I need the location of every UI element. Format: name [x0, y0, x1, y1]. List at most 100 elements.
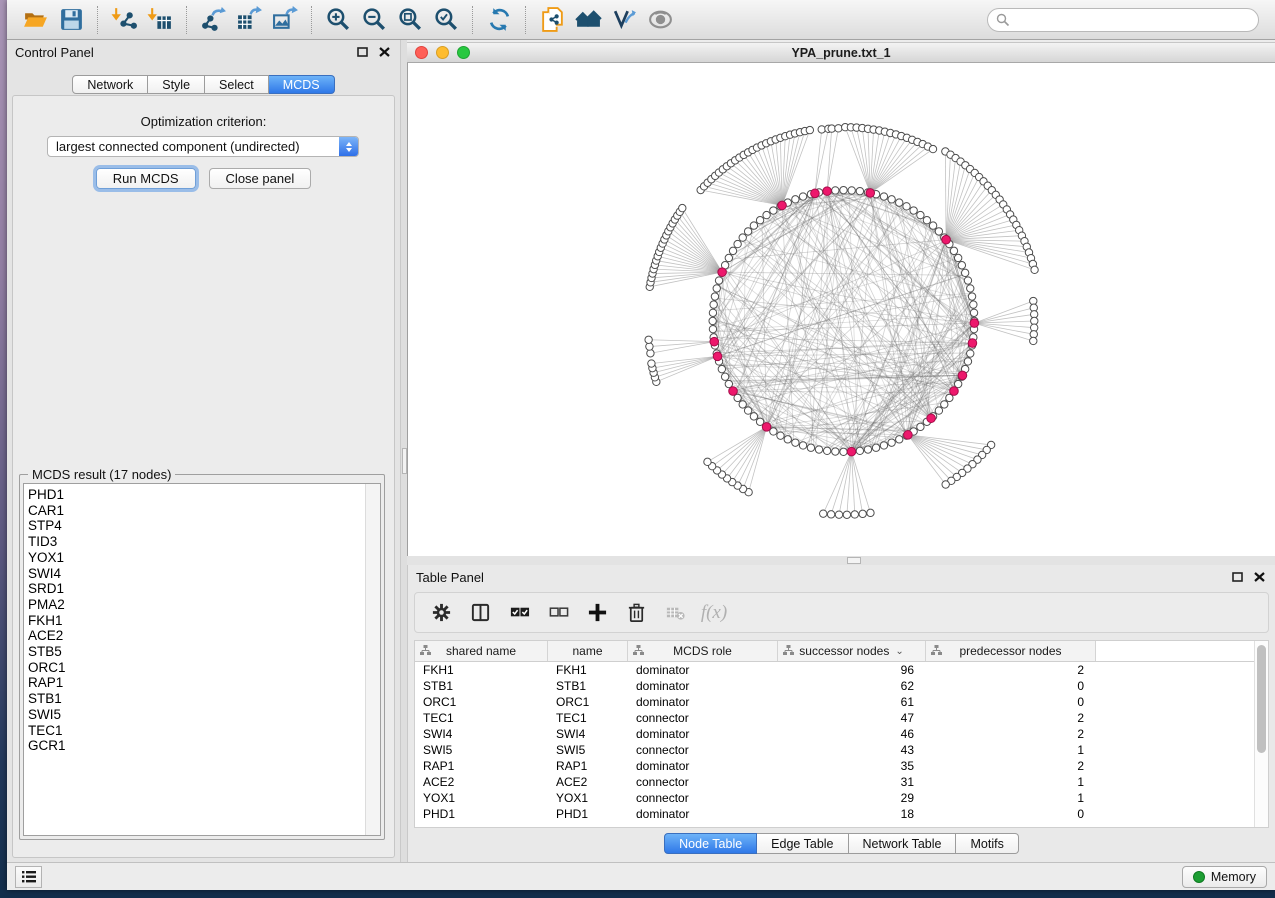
network-node[interactable] [961, 269, 968, 276]
mcds-node[interactable] [958, 371, 967, 380]
tab-mcds[interactable]: MCDS [269, 75, 335, 94]
network-node[interactable] [711, 293, 718, 300]
network-node[interactable] [843, 511, 850, 518]
tab-network[interactable]: Network [72, 75, 148, 94]
table-row[interactable]: RAP1RAP1dominator352 [415, 758, 1268, 774]
network-node[interactable] [970, 309, 977, 316]
table-row[interactable]: PHD1PHD1dominator180 [415, 806, 1268, 822]
mcds-node[interactable] [811, 189, 820, 198]
scrollbar-thumb[interactable] [1257, 645, 1266, 753]
network-node[interactable] [917, 423, 924, 430]
add-column-icon[interactable] [585, 601, 609, 625]
table-row[interactable]: SWI4SWI4dominator462 [415, 726, 1268, 742]
select-all-icon[interactable] [507, 601, 531, 625]
mcds-result-item[interactable]: STP4 [28, 518, 380, 534]
network-node[interactable] [832, 448, 839, 455]
network-node[interactable] [799, 193, 806, 200]
column-header-successor-nodes[interactable]: successor nodes⌄ [778, 641, 926, 661]
network-node[interactable] [967, 285, 974, 292]
mcds-node[interactable] [713, 352, 722, 361]
tab-select[interactable]: Select [205, 75, 269, 94]
network-node[interactable] [935, 228, 942, 235]
vertical-splitter[interactable] [400, 40, 407, 862]
float-panel-icon[interactable] [354, 45, 370, 59]
network-node[interactable] [958, 262, 965, 269]
optimization-criterion-select[interactable]: largest connected component (undirected) [47, 136, 359, 157]
mcds-result-item[interactable]: SRD1 [28, 581, 380, 597]
hide-graphics-details-icon[interactable] [606, 4, 642, 36]
mcds-node[interactable] [729, 387, 738, 396]
mcds-result-item[interactable]: TEC1 [28, 723, 380, 739]
network-node[interactable] [923, 217, 930, 224]
column-header-predecessor-nodes[interactable]: predecessor nodes [926, 641, 1096, 661]
mcds-result-item[interactable]: SWI4 [28, 566, 380, 582]
network-node[interactable] [750, 413, 757, 420]
mcds-result-item[interactable]: STB1 [28, 691, 380, 707]
mcds-result-item[interactable]: PMA2 [28, 597, 380, 613]
network-node[interactable] [777, 432, 784, 439]
mcds-result-item[interactable]: ACE2 [28, 628, 380, 644]
table-row[interactable]: SWI5SWI5connector431 [415, 742, 1268, 758]
import-network-icon[interactable] [106, 4, 142, 36]
network-node[interactable] [859, 510, 866, 517]
table-settings-icon[interactable] [429, 601, 453, 625]
network-node[interactable] [880, 442, 887, 449]
network-canvas[interactable] [407, 63, 1275, 556]
mcds-list-scrollbar[interactable] [365, 484, 380, 835]
network-node[interactable] [646, 343, 653, 350]
export-network-icon[interactable] [195, 4, 231, 36]
network-node[interactable] [679, 204, 686, 211]
network-node[interactable] [806, 126, 813, 133]
network-node[interactable] [756, 217, 763, 224]
network-node[interactable] [744, 407, 751, 414]
save-session-icon[interactable] [53, 4, 89, 36]
zoom-fit-icon[interactable] [392, 4, 428, 36]
close-panel-icon[interactable] [1251, 570, 1267, 584]
network-node[interactable] [835, 125, 842, 132]
mcds-node[interactable] [950, 387, 959, 396]
tab-motifs[interactable]: Motifs [956, 833, 1018, 854]
network-node[interactable] [648, 360, 655, 367]
mcds-result-item[interactable]: STB5 [28, 644, 380, 660]
task-history-button[interactable] [15, 866, 42, 888]
network-node[interactable] [864, 446, 871, 453]
mcds-node[interactable] [942, 235, 951, 244]
tab-style[interactable]: Style [148, 75, 205, 94]
network-node[interactable] [645, 336, 652, 343]
network-node[interactable] [856, 447, 863, 454]
run-mcds-button[interactable]: Run MCDS [96, 168, 196, 189]
mcds-result-item[interactable]: YOX1 [28, 550, 380, 566]
mcds-result-item[interactable]: TID3 [28, 534, 380, 550]
network-node[interactable] [744, 228, 751, 235]
table-row[interactable]: TEC1TEC1connector472 [415, 710, 1268, 726]
network-overview-icon[interactable] [570, 4, 606, 36]
network-node[interactable] [970, 301, 977, 308]
mcds-result-item[interactable]: RAP1 [28, 675, 380, 691]
close-panel-icon[interactable] [376, 45, 392, 59]
network-node[interactable] [770, 207, 777, 214]
network-node[interactable] [820, 510, 827, 517]
network-node[interactable] [734, 240, 741, 247]
mcds-node[interactable] [968, 339, 977, 348]
network-node[interactable] [827, 511, 834, 518]
network-node[interactable] [750, 222, 757, 229]
network-node[interactable] [835, 511, 842, 518]
mcds-node[interactable] [823, 187, 832, 196]
network-node[interactable] [856, 187, 863, 194]
table-row[interactable]: YOX1YOX1connector291 [415, 790, 1268, 806]
network-node[interactable] [964, 277, 971, 284]
network-node[interactable] [815, 446, 822, 453]
network-node[interactable] [942, 481, 949, 488]
mcds-result-item[interactable]: SWI5 [28, 707, 380, 723]
network-node[interactable] [964, 358, 971, 365]
network-node[interactable] [739, 401, 746, 408]
network-node[interactable] [784, 436, 791, 443]
mcds-result-item[interactable]: CAR1 [28, 503, 380, 519]
network-node[interactable] [1030, 337, 1037, 344]
tab-node-table[interactable]: Node Table [664, 833, 757, 854]
export-image-icon[interactable] [267, 4, 303, 36]
table-row[interactable]: FKH1FKH1dominator962 [415, 662, 1268, 678]
network-node[interactable] [903, 203, 910, 210]
network-node[interactable] [721, 373, 728, 380]
network-node[interactable] [832, 187, 839, 194]
